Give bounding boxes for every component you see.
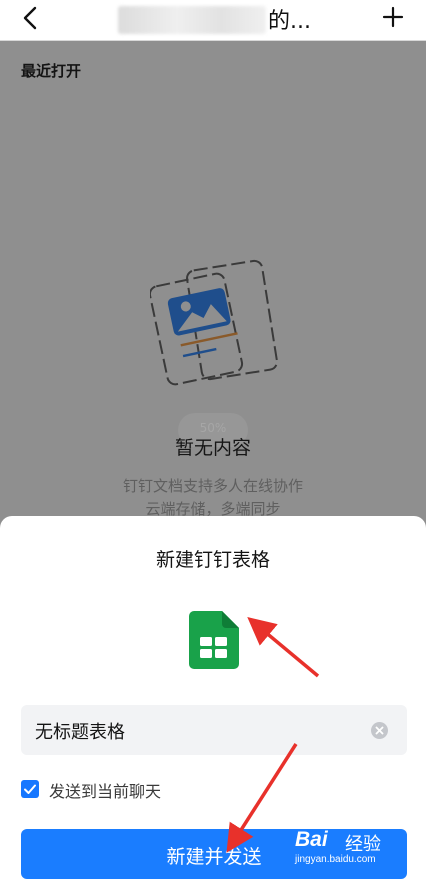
recent-documents-panel: 最近打开 50% 暂无内容 钉钉文档支持多人在线协作 云端存储，多端同步 xyxy=(0,41,426,521)
empty-title: 暂无内容 xyxy=(174,437,251,459)
plus-icon xyxy=(382,6,404,28)
document-name-input[interactable]: 无标题表格 xyxy=(21,705,407,755)
empty-documents-icon xyxy=(150,259,278,386)
send-to-chat-label[interactable]: 发送到当前聊天 xyxy=(49,778,161,802)
blurred-title xyxy=(118,6,266,34)
checkmark-icon xyxy=(24,784,36,794)
watermark-logo: Bai xyxy=(295,828,328,851)
empty-description-line1: 钉钉文档支持多人在线协作 xyxy=(122,477,303,495)
dialog-title: 新建钉钉表格 xyxy=(155,549,270,571)
clear-icon[interactable] xyxy=(371,722,388,739)
send-to-chat-checkbox[interactable] xyxy=(21,780,39,798)
watermark-url: jingyan.baidu.com xyxy=(295,854,376,865)
document-name-value: 无标题表格 xyxy=(35,722,125,743)
chevron-left-icon xyxy=(23,6,37,30)
page-title-suffix: 的... xyxy=(268,9,311,34)
back-button[interactable] xyxy=(18,2,48,36)
baidu-watermark: Bai 经验 jingyan.baidu.com xyxy=(295,826,405,870)
watermark-suffix: 经验 xyxy=(345,834,381,854)
top-bar: 的... xyxy=(0,0,426,41)
spreadsheet-icon xyxy=(189,611,239,669)
recent-label: 最近打开 xyxy=(21,62,82,80)
add-button[interactable] xyxy=(378,2,408,36)
clear-x-glyph xyxy=(375,726,384,735)
